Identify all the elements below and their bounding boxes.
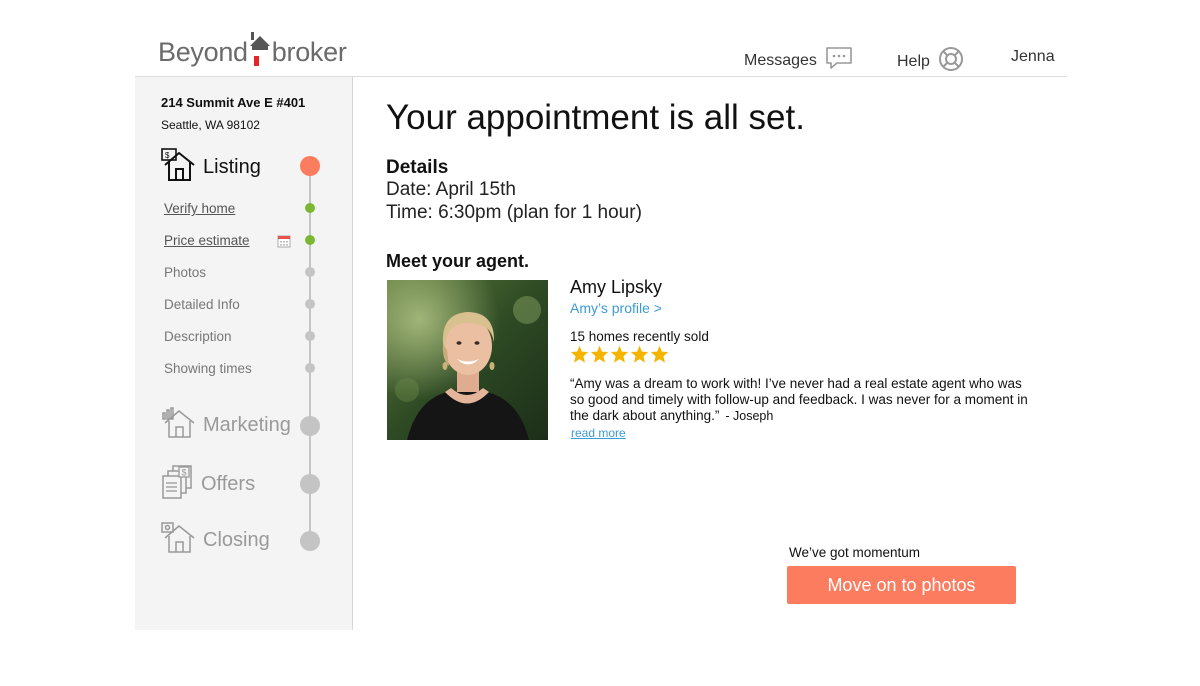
- step-pending-dot: [305, 363, 315, 373]
- stage-label: Offers: [201, 473, 256, 495]
- agent-testimonial: “Amy was a dream to work with! I’ve neve…: [570, 376, 1030, 424]
- star-icon: [650, 345, 669, 368]
- svg-text:$: $: [165, 151, 170, 160]
- agent-profile-link[interactable]: Amy’s profile >: [570, 300, 662, 316]
- stage-label: Marketing: [203, 414, 291, 436]
- stage-label: Closing: [203, 529, 270, 551]
- star-icon: [610, 345, 629, 368]
- stage-status-dot-active: [300, 156, 320, 176]
- testimonial-text: “Amy was a dream to work with! I’ve neve…: [570, 376, 1028, 423]
- stage-closing[interactable]: Closing: [161, 522, 270, 559]
- stage-marketing[interactable]: Marketing: [161, 407, 291, 444]
- svg-text:$: $: [182, 468, 187, 478]
- details-heading: Details: [386, 157, 449, 178]
- step-pending-dot: [305, 331, 315, 341]
- house-icon: $: [161, 148, 197, 187]
- messages-label: Messages: [744, 51, 817, 69]
- calendar-icon[interactable]: [277, 234, 291, 253]
- step-complete-dot: [305, 203, 315, 213]
- help-link[interactable]: Help: [897, 46, 964, 77]
- logo-text-beyond: Beyond: [158, 37, 248, 67]
- user-menu[interactable]: Jenna: [1011, 48, 1055, 66]
- step-description[interactable]: Description: [164, 329, 232, 344]
- star-icon: [570, 345, 589, 368]
- homes-sold-count: 15 homes recently sold: [570, 329, 709, 344]
- read-more-link[interactable]: read more: [571, 426, 626, 440]
- testimonial-author: - Joseph: [725, 409, 774, 423]
- stage-label: Listing: [203, 156, 261, 178]
- help-label: Help: [897, 52, 930, 70]
- top-header: Beyond broker Messages Help Jenna: [135, 0, 1067, 77]
- star-icon: [590, 345, 609, 368]
- user-name: Jenna: [1011, 48, 1055, 65]
- step-pending-dot: [305, 267, 315, 277]
- beyond-broker-logo[interactable]: Beyond broker: [158, 26, 347, 68]
- step-price-estimate[interactable]: Price estimate: [164, 233, 250, 248]
- momentum-caption: We’ve got momentum: [789, 545, 921, 560]
- stage-listing[interactable]: $ Listing: [161, 148, 261, 187]
- documents-dollar-icon: $: [161, 464, 195, 505]
- step-complete-dot: [305, 235, 315, 245]
- step-pending-dot: [305, 299, 315, 309]
- agent-name: Amy Lipsky: [570, 277, 663, 297]
- appointment-date: Date: April 15th: [386, 179, 516, 200]
- stage-status-dot: [300, 416, 320, 436]
- stage-status-dot: [300, 531, 320, 551]
- step-verify-home[interactable]: Verify home: [164, 201, 235, 216]
- progress-sidebar: 214 Summit Ave E #401 Seattle, WA 98102 …: [135, 77, 353, 630]
- property-address-line2: Seattle, WA 98102: [161, 118, 260, 132]
- property-address-line1: 214 Summit Ave E #401: [161, 95, 306, 110]
- move-on-to-photos-button[interactable]: Move on to photos: [787, 566, 1016, 604]
- logo-text-broker: broker: [271, 37, 347, 67]
- house-chart-icon: [161, 407, 197, 444]
- chat-bubble-icon: [817, 46, 853, 75]
- messages-link[interactable]: Messages: [744, 46, 853, 75]
- step-photos[interactable]: Photos: [164, 265, 206, 280]
- logo-house-mark: [249, 30, 271, 68]
- lifebuoy-icon: [930, 46, 964, 77]
- stage-offers[interactable]: $ Offers: [161, 464, 255, 505]
- meet-agent-heading: Meet your agent.: [386, 251, 530, 271]
- page-title: Your appointment is all set.: [386, 98, 805, 137]
- star-rating: [570, 345, 669, 368]
- star-icon: [630, 345, 649, 368]
- step-detailed-info[interactable]: Detailed Info: [164, 297, 240, 312]
- step-showing-times[interactable]: Showing times: [164, 361, 252, 376]
- stage-status-dot: [300, 474, 320, 494]
- house-key-icon: [161, 522, 197, 559]
- agent-photo: [387, 280, 548, 440]
- appointment-time: Time: 6:30pm (plan for 1 hour): [386, 202, 642, 223]
